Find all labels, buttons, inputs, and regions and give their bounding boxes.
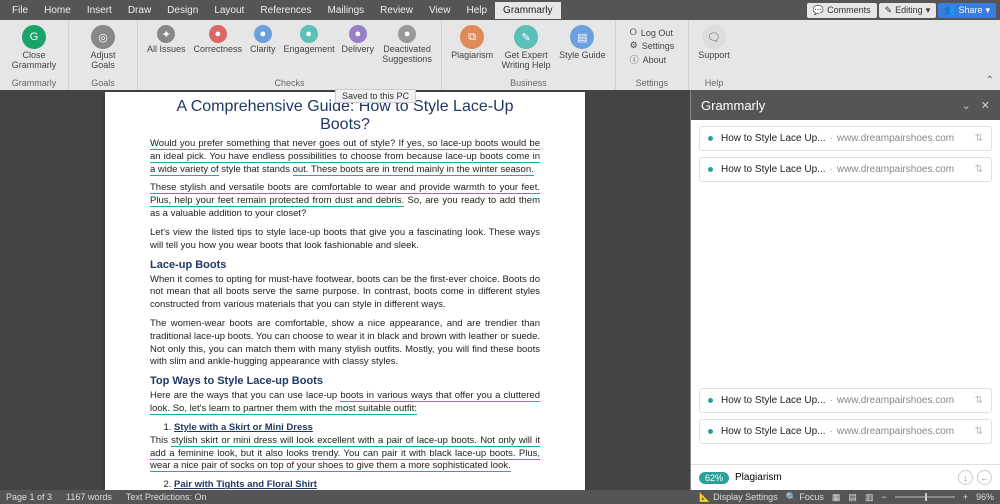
menu-mailings[interactable]: Mailings — [319, 2, 372, 19]
clarity-icon: ● — [254, 25, 272, 43]
menu-help[interactable]: Help — [458, 2, 495, 19]
flagged-text[interactable]: stylish skirt or mini dress will look ex… — [150, 435, 540, 473]
menu-grammarly[interactable]: Grammarly — [495, 2, 560, 19]
list-item: Pair with Tights and Floral Shirt — [174, 479, 540, 490]
style-guide-button[interactable]: ▤Style Guide — [556, 23, 609, 63]
body-text: When it comes to opting for must-have fo… — [150, 274, 540, 312]
group-label: Settings — [636, 76, 669, 90]
expert-help-button[interactable]: ✎Get Expert Writing Help — [498, 23, 554, 73]
page-indicator[interactable]: Page 1 of 3 — [6, 492, 52, 502]
group-label: Checks — [275, 76, 305, 90]
clarity-button[interactable]: ●Clarity — [247, 23, 279, 57]
all-issues-button[interactable]: ✦All Issues — [144, 23, 189, 57]
menu-layout[interactable]: Layout — [206, 2, 252, 19]
adjust-goals-button[interactable]: ◎Adjust Goals — [75, 23, 131, 73]
target-icon: ◎ — [91, 25, 115, 49]
zoom-level[interactable]: 96% — [976, 492, 994, 502]
group-label: Help — [705, 76, 724, 90]
menu-review[interactable]: Review — [372, 2, 421, 19]
support-button[interactable]: 🗨Support — [695, 23, 733, 63]
menu-references[interactable]: References — [252, 2, 319, 19]
deactivated-button[interactable]: ●Deactivated Suggestions — [379, 23, 435, 67]
view-print-icon[interactable]: ▤ — [848, 492, 857, 503]
group-label: Business — [510, 76, 547, 90]
info-icon: ⓘ — [630, 53, 639, 66]
document-canvas[interactable]: A Comprehensive Guide: How to Style Lace… — [0, 90, 690, 490]
plagiarism-result[interactable]: How to Style Lace Up...·www.dreampairsho… — [699, 388, 992, 413]
body-text: Let's view the listed tips to style lace… — [150, 227, 540, 253]
deactivated-icon: ● — [398, 25, 416, 43]
view-read-icon[interactable]: ▦ — [832, 492, 841, 503]
style-guide-icon: ▤ — [570, 25, 594, 49]
dot-icon — [708, 398, 713, 403]
panel-title: Grammarly — [701, 98, 765, 113]
correctness-icon: ● — [209, 25, 227, 43]
engagement-button[interactable]: ●Engagement — [281, 23, 337, 57]
share-button[interactable]: 👥 Share ▾ — [938, 3, 996, 18]
grammarly-panel: Grammarly ⌄ ✕ How to Style Lace Up...·ww… — [690, 90, 1000, 490]
all-icon: ✦ — [157, 25, 175, 43]
support-icon: 🗨 — [702, 25, 726, 49]
expand-icon[interactable]: ⇅ — [975, 164, 983, 175]
plagiarism-icon: ⧉ — [460, 25, 484, 49]
body-text: The women-wear boots are comfortable, sh… — [150, 318, 540, 369]
dot-icon — [708, 136, 713, 141]
menu-design[interactable]: Design — [159, 2, 206, 19]
plagiarism-label: Plagiarism — [735, 472, 782, 483]
grammarly-icon: G — [22, 25, 46, 49]
group-label: Goals — [91, 76, 115, 90]
back-button[interactable]: ← — [977, 470, 992, 485]
menu-draw[interactable]: Draw — [120, 2, 159, 19]
settings-button[interactable]: ⚙Settings — [630, 40, 675, 51]
menu-insert[interactable]: Insert — [79, 2, 120, 19]
delivery-button[interactable]: ●Delivery — [339, 23, 378, 57]
logout-button[interactable]: ⭘Log Out — [630, 27, 675, 38]
display-settings-button[interactable]: 📐 Display Settings — [699, 492, 777, 503]
plagiarism-result[interactable]: How to Style Lace Up...·www.dreampairsho… — [699, 126, 992, 151]
dot-icon — [708, 429, 713, 434]
list-item: Style with a Skirt or Mini Dress — [174, 422, 540, 433]
page-title: A Comprehensive Guide: How to Style Lace… — [150, 98, 540, 134]
expert-icon: ✎ — [514, 25, 538, 49]
plagiarism-percent: 62% — [699, 472, 729, 484]
page[interactable]: A Comprehensive Guide: How to Style Lace… — [105, 92, 585, 490]
close-grammarly-button[interactable]: GClose Grammarly — [6, 23, 62, 73]
comments-button[interactable]: 💬 Comments — [807, 3, 877, 18]
word-count[interactable]: 1167 words — [66, 492, 112, 502]
focus-button[interactable]: 🔍 Focus — [786, 492, 824, 503]
zoom-out-button[interactable]: − — [881, 492, 886, 502]
engagement-icon: ● — [300, 25, 318, 43]
editing-button[interactable]: ✎ Editing ▾ — [879, 3, 937, 18]
heading: Top Ways to Style Lace-up Boots — [150, 375, 540, 387]
expand-icon[interactable]: ⇅ — [975, 426, 983, 437]
expand-icon[interactable]: ⇅ — [975, 133, 983, 144]
delivery-icon: ● — [349, 25, 367, 43]
plagiarism-result[interactable]: How to Style Lace Up...·www.dreampairsho… — [699, 157, 992, 182]
saved-toast: Saved to this PC — [335, 89, 416, 103]
chevron-down-icon[interactable]: ⌄ — [962, 99, 971, 112]
close-icon[interactable]: ✕ — [981, 99, 990, 112]
dot-icon — [708, 167, 713, 172]
group-label: Grammarly — [12, 76, 57, 90]
about-button[interactable]: ⓘAbout — [630, 53, 675, 66]
menu-view[interactable]: View — [421, 2, 459, 19]
menu-file[interactable]: File — [4, 2, 36, 19]
view-web-icon[interactable]: ▥ — [865, 492, 874, 503]
collapse-ribbon-button[interactable]: ⌃ — [986, 75, 994, 86]
flagged-text[interactable]: out. These boots are in trend mainly in … — [293, 164, 534, 176]
menu-home[interactable]: Home — [36, 2, 79, 19]
scroll-down-button[interactable]: ↓ — [958, 470, 973, 485]
heading: Lace-up Boots — [150, 259, 540, 271]
correctness-button[interactable]: ●Correctness — [191, 23, 246, 57]
plagiarism-result[interactable]: How to Style Lace Up...·www.dreampairsho… — [699, 419, 992, 444]
expand-icon[interactable]: ⇅ — [975, 395, 983, 406]
gear-icon: ⚙ — [630, 40, 638, 51]
zoom-in-button[interactable]: + — [963, 492, 968, 502]
logout-icon: ⭘ — [630, 27, 637, 38]
plagiarism-button[interactable]: ⧉Plagiarism — [448, 23, 496, 63]
text-predictions[interactable]: Text Predictions: On — [126, 492, 207, 502]
zoom-slider[interactable] — [895, 496, 955, 498]
